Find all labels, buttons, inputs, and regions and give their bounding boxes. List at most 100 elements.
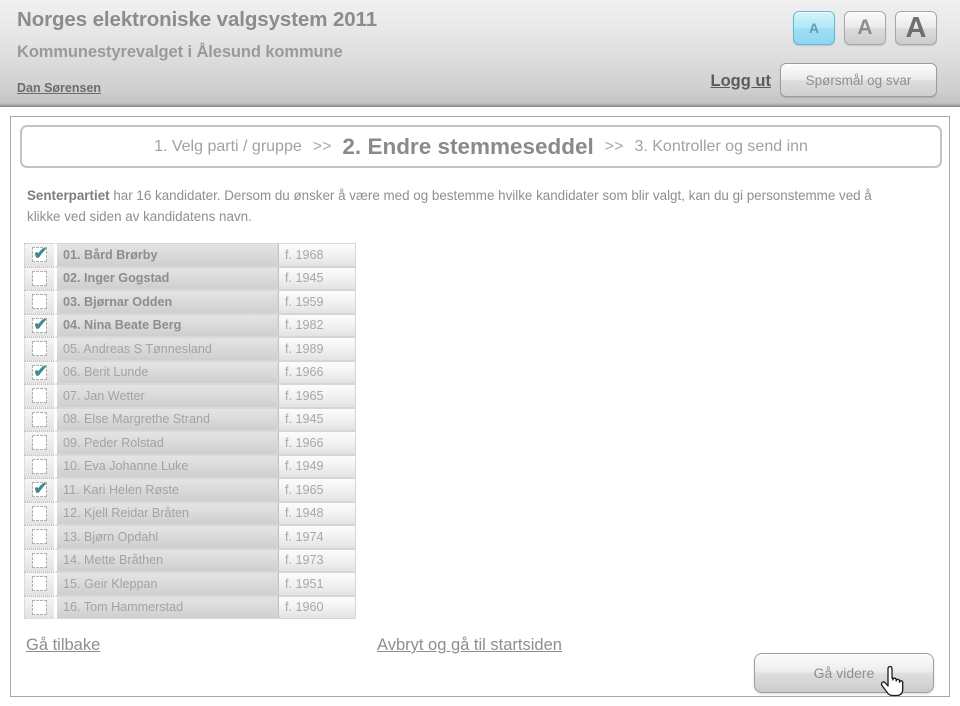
candidate-row[interactable]: ✔ 06. Berit Lunde f. 1966 [24, 360, 356, 384]
candidate-birth-year: f. 1968 [278, 243, 356, 267]
candidate-row[interactable]: 14. Mette Bråthen f. 1973 [24, 548, 356, 572]
candidate-name[interactable]: 09. Peder Rolstad [54, 431, 278, 455]
candidate-row[interactable]: 07. Jan Wetter f. 1965 [24, 384, 356, 408]
candidate-name[interactable]: 10. Eva Johanne Luke [54, 454, 278, 478]
candidate-row[interactable]: 12. Kjell Reidar Bråten f. 1948 [24, 501, 356, 525]
checkbox-checked-icon[interactable]: ✔ [32, 361, 48, 381]
checkbox-unchecked-icon[interactable] [32, 270, 47, 286]
page-subtitle: Kommunestyrevalget i Ålesund kommune [17, 43, 343, 61]
checkbox-checked-icon[interactable]: ✔ [32, 315, 48, 334]
candidate-row[interactable]: 10. Eva Johanne Luke f. 1949 [24, 454, 356, 478]
candidate-row[interactable]: 02. Inger Gogstad f. 1945 [24, 266, 356, 290]
candidate-row[interactable]: 16. Tom Hammerstad f. 1960 [24, 595, 356, 619]
candidate-checkbox-cell[interactable] [24, 431, 54, 455]
candidate-row[interactable]: 15. Geir Kleppan f. 1951 [24, 572, 356, 596]
page-header: Norges elektroniske valgsystem 2011 Komm… [0, 0, 960, 107]
candidate-checkbox-cell[interactable]: ✔ [24, 478, 54, 502]
back-link[interactable]: Gå tilbake [26, 636, 100, 655]
checkmark-icon: ✔ [33, 361, 48, 381]
candidate-row[interactable]: ✔ 04. Nina Beate Berg f. 1982 [24, 313, 356, 337]
candidate-birth-year: f. 1948 [278, 501, 356, 525]
checkbox-unchecked-icon[interactable] [32, 576, 47, 592]
faq-button[interactable]: Spørsmål og svar [780, 63, 937, 97]
candidate-checkbox-cell[interactable] [24, 454, 54, 478]
checkbox-unchecked-icon[interactable] [32, 341, 47, 357]
candidate-birth-year: f. 1945 [278, 407, 356, 431]
checkbox-unchecked-icon[interactable] [32, 458, 47, 474]
candidate-checkbox-cell[interactable] [24, 572, 54, 596]
checkbox-checked-icon[interactable]: ✔ [32, 479, 48, 498]
checkbox-unchecked-icon[interactable] [32, 388, 47, 404]
user-name-link[interactable]: Dan Sørensen [17, 81, 101, 95]
breadcrumb-step-3[interactable]: 3. Kontroller og send inn [634, 138, 807, 156]
candidate-name[interactable]: 03. Bjørnar Odden [54, 290, 278, 314]
candidate-name[interactable]: 15. Geir Kleppan [54, 572, 278, 596]
candidate-name[interactable]: 06. Berit Lunde [54, 360, 278, 384]
candidate-checkbox-cell[interactable] [24, 384, 54, 408]
candidate-birth-year: f. 1966 [278, 360, 356, 384]
candidate-birth-year: f. 1989 [278, 337, 356, 361]
candidate-birth-year: f. 1960 [278, 595, 356, 619]
candidate-name[interactable]: 05. Andreas S Tønnesland [54, 337, 278, 361]
candidate-checkbox-cell[interactable]: ✔ [24, 360, 54, 384]
breadcrumb: 1. Velg parti / gruppe >> 2. Endre stemm… [20, 125, 942, 168]
checkmark-icon: ✔ [33, 244, 48, 264]
checkbox-unchecked-icon[interactable] [32, 599, 47, 615]
candidate-name[interactable]: 08. Else Margrethe Strand [54, 407, 278, 431]
checkbox-unchecked-icon[interactable] [32, 435, 47, 451]
candidate-row[interactable]: ✔ 01. Bård Brørby f. 1968 [24, 243, 356, 267]
candidate-name[interactable]: 02. Inger Gogstad [54, 266, 278, 290]
candidate-name[interactable]: 12. Kjell Reidar Bråten [54, 501, 278, 525]
candidate-birth-year: f. 1945 [278, 266, 356, 290]
candidate-checkbox-cell[interactable]: ✔ [24, 243, 54, 267]
candidate-row[interactable]: 08. Else Margrethe Strand f. 1945 [24, 407, 356, 431]
candidate-checkbox-cell[interactable] [24, 337, 54, 361]
candidate-birth-year: f. 1951 [278, 572, 356, 596]
candidate-name[interactable]: 13. Bjørn Opdahl [54, 525, 278, 549]
breadcrumb-step-2[interactable]: 2. Endre stemmeseddel [342, 134, 593, 160]
instruction-body: har 16 kandidater. Dersom du ønsker å væ… [27, 188, 872, 224]
page-title: Norges elektroniske valgsystem 2011 [17, 8, 378, 31]
candidate-row[interactable]: 09. Peder Rolstad f. 1966 [24, 431, 356, 455]
candidate-birth-year: f. 1982 [278, 313, 356, 337]
checkbox-unchecked-icon[interactable] [32, 552, 47, 568]
checkbox-unchecked-icon[interactable] [32, 294, 47, 310]
font-size-small-button[interactable]: A [793, 11, 835, 45]
main-panel: 1. Velg parti / gruppe >> 2. Endre stemm… [10, 116, 950, 697]
font-size-medium-button[interactable]: A [844, 11, 886, 45]
candidate-row[interactable]: 03. Bjørnar Odden f. 1959 [24, 290, 356, 314]
candidate-birth-year: f. 1966 [278, 431, 356, 455]
app-root: Norges elektroniske valgsystem 2011 Komm… [0, 0, 960, 706]
candidate-birth-year: f. 1949 [278, 454, 356, 478]
font-size-controls: A A A [793, 11, 937, 45]
breadcrumb-step-1[interactable]: 1. Velg parti / gruppe [154, 138, 302, 156]
candidate-checkbox-cell[interactable] [24, 266, 54, 290]
candidate-row[interactable]: 13. Bjørn Opdahl f. 1974 [24, 525, 356, 549]
font-size-large-button[interactable]: A [895, 11, 937, 45]
candidate-name[interactable]: 11. Kari Helen Røste [54, 478, 278, 502]
candidate-name[interactable]: 16. Tom Hammerstad [54, 595, 278, 619]
candidate-checkbox-cell[interactable] [24, 548, 54, 572]
checkbox-unchecked-icon[interactable] [32, 529, 47, 545]
candidate-checkbox-cell[interactable] [24, 525, 54, 549]
candidate-name[interactable]: 04. Nina Beate Berg [54, 313, 278, 337]
checkbox-unchecked-icon[interactable] [32, 505, 47, 521]
candidate-row[interactable]: 05. Andreas S Tønnesland f. 1989 [24, 337, 356, 361]
cancel-link[interactable]: Avbryt og gå til startsiden [377, 636, 562, 655]
instruction-text: Senterpartiet har 16 kandidater. Dersom … [27, 185, 882, 227]
candidate-checkbox-cell[interactable] [24, 501, 54, 525]
next-button[interactable]: Gå videre [754, 653, 934, 693]
candidate-birth-year: f. 1959 [278, 290, 356, 314]
candidate-name[interactable]: 14. Mette Bråthen [54, 548, 278, 572]
candidate-checkbox-cell[interactable] [24, 290, 54, 314]
chevron-right-icon-2: >> [604, 137, 624, 155]
candidate-name[interactable]: 01. Bård Brørby [54, 243, 278, 267]
candidate-row[interactable]: ✔ 11. Kari Helen Røste f. 1965 [24, 478, 356, 502]
candidate-name[interactable]: 07. Jan Wetter [54, 384, 278, 408]
logout-link[interactable]: Logg ut [711, 72, 771, 91]
checkbox-checked-icon[interactable]: ✔ [32, 244, 48, 264]
candidate-checkbox-cell[interactable] [24, 595, 54, 619]
candidate-checkbox-cell[interactable] [24, 407, 54, 431]
candidate-checkbox-cell[interactable]: ✔ [24, 313, 54, 337]
checkbox-unchecked-icon[interactable] [32, 411, 47, 427]
